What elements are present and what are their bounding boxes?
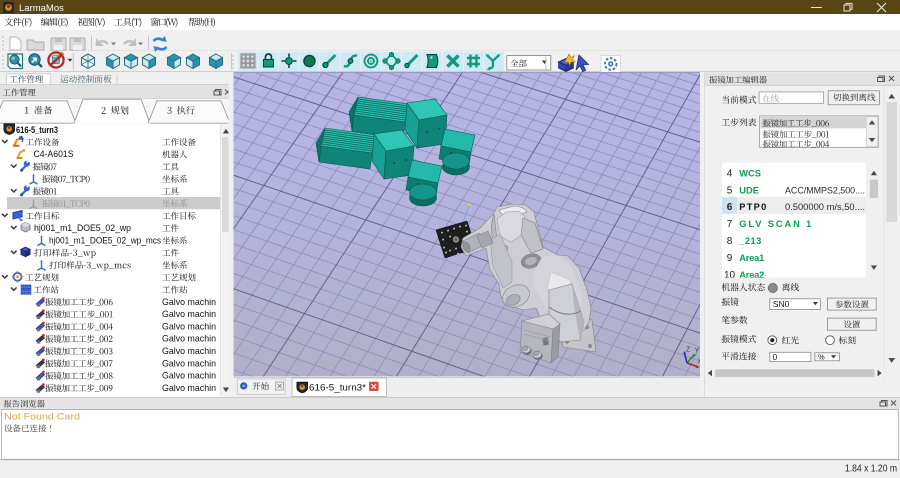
svg-text:Galvo machin: Galvo machin [162,371,216,382]
svg-text:ACC/MMPS2,500....: ACC/MMPS2,500.... [785,185,865,195]
svg-text:8: 8 [727,236,733,247]
svg-text:hj001_m1_DOE5_02_wp: hj001_m1_DOE5_02_wp [34,223,131,234]
svg-text:LarmaMos: LarmaMos [19,3,64,14]
svg-text:616-5_turn3*: 616-5_turn3* [309,383,367,393]
svg-text:Z: Z [686,347,691,354]
svg-text:9: 9 [727,253,733,264]
svg-text:SN0: SN0 [773,299,790,309]
svg-text:6: 6 [727,202,733,213]
svg-text:PTP0: PTP0 [739,202,766,212]
svg-text:Y: Y [695,348,700,355]
svg-text:Galvo machin: Galvo machin [162,309,216,320]
svg-text:Galvo machin: Galvo machin [162,321,216,332]
svg-text:1.84 x 1.20 m: 1.84 x 1.20 m [845,463,897,475]
svg-text:0: 0 [773,352,778,362]
svg-text:Not Found Card: Not Found Card [4,411,80,422]
svg-text:C4-A601S: C4-A601S [34,149,74,160]
svg-text:Galvo machin: Galvo machin [162,358,216,369]
svg-text:Galvo machin: Galvo machin [162,334,216,345]
svg-text:5: 5 [727,185,733,196]
svg-text:Galvo machin: Galvo machin [162,383,216,394]
svg-text:WCS: WCS [739,168,761,178]
svg-text:_213: _213 [738,236,761,246]
svg-text:616-5_turn3: 616-5_turn3 [16,125,58,136]
svg-text:%: % [818,352,825,361]
svg-text:Galvo machin: Galvo machin [162,297,216,308]
svg-text:7: 7 [727,219,733,230]
svg-text:Galvo machin: Galvo machin [162,346,216,357]
svg-text:0.500000 m/s,50....: 0.500000 m/s,50.... [785,202,865,212]
svg-text:4: 4 [727,168,733,179]
svg-text:hj001_m1_DOE5_02_wp_mcs: hj001_m1_DOE5_02_wp_mcs [49,235,161,246]
svg-text:Area1: Area1 [739,253,764,263]
svg-text:UDE: UDE [739,185,759,195]
